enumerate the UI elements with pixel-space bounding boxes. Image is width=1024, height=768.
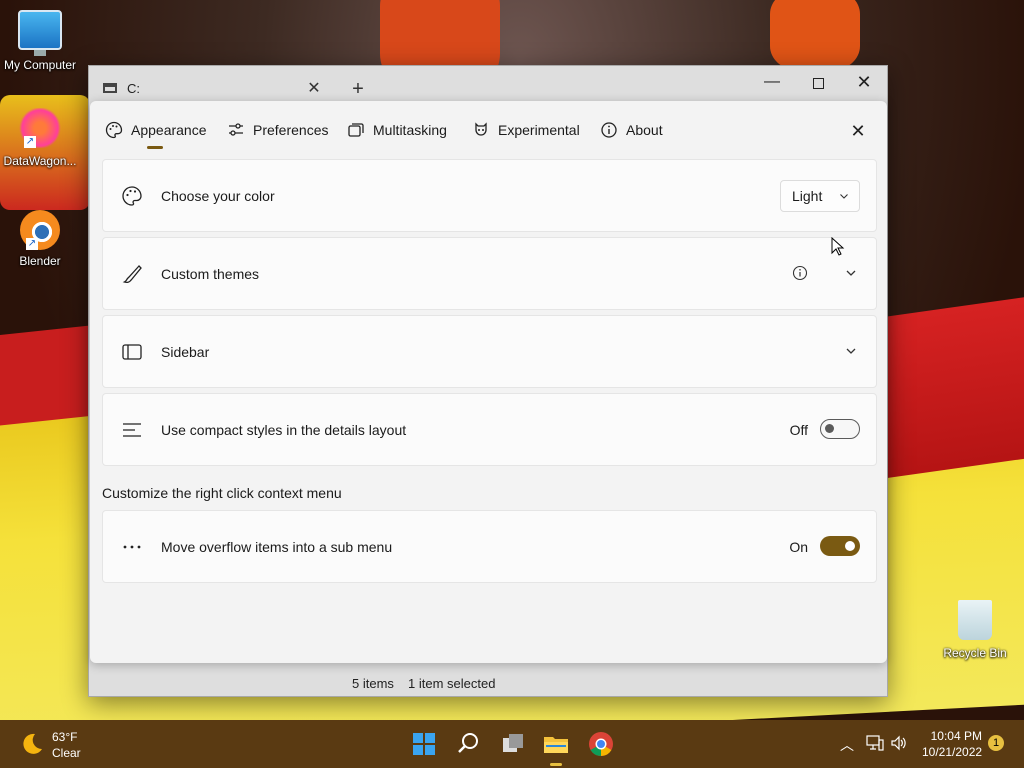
chevron-down-icon[interactable] bbox=[844, 344, 858, 358]
info-icon bbox=[601, 122, 617, 138]
maximize-button[interactable] bbox=[795, 66, 841, 98]
flask-icon bbox=[475, 122, 487, 136]
mouse-cursor-icon bbox=[831, 237, 845, 256]
network-icon[interactable] bbox=[866, 735, 884, 751]
shortcut-arrow-icon: ↗ bbox=[24, 136, 36, 148]
overflow-submenu-toggle[interactable] bbox=[820, 536, 860, 556]
tab-label: About bbox=[626, 122, 663, 138]
chrome-icon[interactable] bbox=[585, 728, 617, 760]
chevron-down-icon bbox=[840, 194, 848, 199]
section-heading: Customize the right click context menu bbox=[102, 485, 342, 501]
desktop-icon-label: Recycle Bin bbox=[943, 646, 1007, 660]
folder-icon bbox=[544, 737, 568, 753]
setting-card-compact-styles: Use compact styles in the details layout… bbox=[102, 393, 877, 466]
blender-icon: ↗ bbox=[20, 210, 60, 250]
drive-icon bbox=[103, 83, 117, 93]
weather-temperature: 63°F bbox=[52, 730, 78, 744]
setting-label: Use compact styles in the details layout bbox=[161, 422, 407, 438]
setting-label: Choose your color bbox=[161, 188, 275, 204]
window-close-button[interactable]: ✕ bbox=[841, 66, 887, 98]
paintbrush-icon bbox=[122, 265, 142, 283]
info-icon[interactable] bbox=[792, 265, 808, 281]
setting-card-overflow-submenu: Move overflow items into a sub menu On bbox=[102, 510, 877, 583]
notification-badge[interactable]: 1 bbox=[988, 735, 1004, 751]
volume-icon[interactable] bbox=[890, 735, 908, 751]
dialog-close-button[interactable]: ✕ bbox=[846, 119, 870, 143]
setting-card-sidebar[interactable]: Sidebar bbox=[102, 315, 877, 388]
desktop-icon-recycle-bin[interactable]: Recycle Bin bbox=[935, 600, 1015, 660]
tab-label: Multitasking bbox=[373, 122, 447, 138]
chevron-down-icon[interactable] bbox=[844, 266, 858, 280]
setting-label: Sidebar bbox=[161, 344, 210, 360]
desktop-icon-label: Blender bbox=[19, 254, 61, 268]
toggle-state-text: Off bbox=[789, 422, 808, 438]
toggle-knob bbox=[845, 541, 855, 551]
selection-count: 1 item selected bbox=[408, 676, 496, 691]
tab-preferences[interactable]: Preferences bbox=[227, 119, 328, 141]
desktop-icon-datawagon[interactable]: ↗ DataWagon... bbox=[0, 108, 80, 168]
wallpaper-shape bbox=[770, 0, 860, 70]
tab-label: Appearance bbox=[131, 122, 207, 138]
more-dots-icon bbox=[123, 545, 141, 549]
setting-card-custom-themes[interactable]: Custom themes bbox=[102, 237, 877, 310]
moon-icon bbox=[23, 733, 42, 754]
taskbar: 63°F Clear ︿ 10:04 PM 10/21/2022 1 bbox=[0, 720, 1024, 768]
start-icon[interactable] bbox=[408, 728, 440, 760]
toggle-knob bbox=[825, 424, 834, 433]
tab-label: Experimental bbox=[498, 122, 580, 138]
compact-styles-toggle[interactable] bbox=[820, 419, 860, 439]
sidebar-icon bbox=[122, 344, 142, 360]
setting-label: Move overflow items into a sub menu bbox=[161, 539, 393, 555]
tab-title: C: bbox=[127, 80, 140, 96]
file-explorer-icon[interactable] bbox=[540, 728, 572, 766]
palette-icon bbox=[122, 186, 142, 206]
maximize-icon bbox=[812, 77, 824, 89]
item-count: 5 items bbox=[352, 676, 394, 691]
tab-multitasking[interactable]: Multitasking bbox=[347, 119, 447, 141]
explorer-tab[interactable]: C: ✕ bbox=[97, 74, 329, 102]
weather-condition: Clear bbox=[52, 746, 81, 760]
recycle-bin-icon bbox=[958, 600, 992, 640]
tab-experimental[interactable]: Experimental bbox=[472, 119, 580, 141]
search-icon[interactable] bbox=[452, 728, 484, 760]
settings-dialog: Appearance Preferences Multitasking Expe… bbox=[90, 101, 887, 663]
title-bar: C: ✕ + — ✕ bbox=[89, 66, 887, 102]
color-theme-dropdown[interactable]: Light bbox=[780, 180, 860, 212]
toggle-state-text: On bbox=[789, 539, 808, 555]
task-view-icon[interactable] bbox=[497, 728, 529, 760]
windows-icon bbox=[348, 123, 364, 137]
tab-about[interactable]: About bbox=[600, 119, 663, 141]
shortcut-arrow-icon: ↗ bbox=[26, 238, 38, 250]
setting-card-color: Choose your color Light bbox=[102, 159, 877, 232]
desktop-icon-my-computer[interactable]: My Computer bbox=[0, 10, 80, 72]
desktop-icon-label: DataWagon... bbox=[3, 154, 77, 168]
atom-app-icon: ↗ bbox=[18, 108, 62, 148]
sliders-icon bbox=[229, 123, 243, 136]
minimize-button[interactable]: — bbox=[749, 66, 795, 98]
tab-label: Preferences bbox=[253, 122, 329, 138]
file-explorer-window: C: ✕ + — ✕ Appearance Preferences Multit… bbox=[88, 65, 888, 697]
tray-overflow-chevron-icon[interactable]: ︿ bbox=[840, 735, 854, 755]
list-lines-icon bbox=[123, 423, 141, 437]
status-bar: 5 items 1 item selected bbox=[89, 670, 887, 696]
computer-icon bbox=[18, 10, 62, 56]
tab-appearance[interactable]: Appearance bbox=[105, 119, 207, 141]
clock-time: 10:04 PM bbox=[930, 729, 982, 743]
palette-icon bbox=[105, 121, 123, 139]
dropdown-value: Light bbox=[792, 188, 823, 204]
selected-tab-indicator bbox=[147, 146, 163, 149]
new-tab-button[interactable]: + bbox=[347, 78, 369, 100]
clock-date: 10/21/2022 bbox=[922, 745, 983, 759]
desktop-icon-blender[interactable]: ↗ Blender bbox=[0, 210, 80, 268]
system-clock[interactable]: 10:04 PM 10/21/2022 bbox=[922, 728, 982, 760]
settings-nav: Appearance Preferences Multitasking Expe… bbox=[90, 101, 887, 157]
desktop-icon-label: My Computer bbox=[3, 58, 77, 72]
setting-label: Custom themes bbox=[161, 266, 260, 282]
tab-close-button[interactable]: ✕ bbox=[303, 78, 325, 100]
